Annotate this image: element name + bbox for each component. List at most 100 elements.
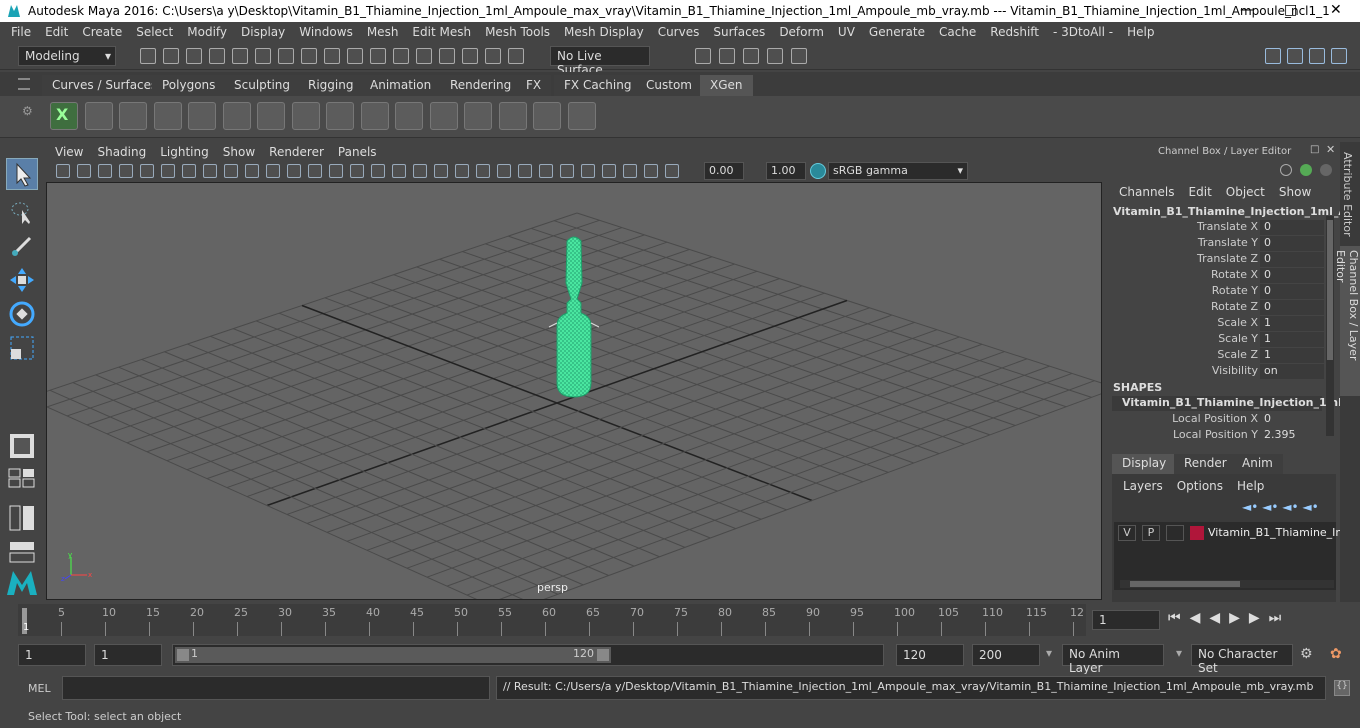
viewport-tool-10-icon[interactable]: [245, 164, 259, 178]
xgen-shelf-tool-11-icon[interactable]: [395, 102, 423, 130]
status-tool-16-icon[interactable]: [485, 48, 501, 64]
color-management-icon[interactable]: [810, 163, 826, 179]
viewport-tool-20-icon[interactable]: [455, 164, 469, 178]
select-tool[interactable]: [6, 158, 38, 190]
anim-layer-dropdown[interactable]: No Anim Layer: [1062, 644, 1164, 675]
maximize-icon[interactable]: □: [1284, 2, 1297, 18]
menu-cache[interactable]: Cache: [932, 25, 983, 39]
menu-windows[interactable]: Windows: [292, 25, 360, 39]
viewport-tool-30-icon[interactable]: [665, 164, 679, 178]
ampoule-wireframe-mesh[interactable]: [547, 233, 607, 403]
time-slider-track[interactable]: 5 10 15 20 25 30 35 40 45 50 55 60 65 70 75 80 85 90 95 100…: [18, 604, 1086, 636]
viewport-menu-renderer[interactable]: Renderer: [262, 145, 331, 159]
live-surface-field[interactable]: No Live Surface: [550, 46, 650, 77]
channel-menu-edit[interactable]: Edit: [1182, 185, 1219, 199]
viewport-tool-29-icon[interactable]: [644, 164, 658, 178]
channel-menu-object[interactable]: Object: [1219, 185, 1272, 199]
shape-value[interactable]: 2.395: [1260, 428, 1324, 443]
close-panel-icon[interactable]: ✕: [1326, 143, 1335, 156]
status-tool-11-icon[interactable]: [370, 48, 386, 64]
xgen-shelf-tool-16-icon[interactable]: [567, 102, 596, 130]
menu-help[interactable]: Help: [1120, 25, 1161, 39]
shelf-tab-custom[interactable]: Custom: [636, 75, 702, 96]
shelf-menu-icon[interactable]: [18, 78, 30, 90]
shape-value[interactable]: 0: [1260, 412, 1324, 427]
layer-tab-anim[interactable]: Anim: [1232, 454, 1283, 474]
layer-tab-display[interactable]: Display: [1112, 454, 1177, 474]
panel-layout-1-icon[interactable]: [1265, 48, 1281, 64]
shape-row-local-position-y[interactable]: Local Position Y 2.395: [1108, 428, 1340, 444]
layer-menu-help[interactable]: Help: [1230, 479, 1271, 493]
close-icon[interactable]: ✕: [1330, 2, 1342, 18]
channel-row-visibility[interactable]: Visibility on: [1108, 364, 1340, 380]
viewport-tool-19-icon[interactable]: [434, 164, 448, 178]
gamma-field[interactable]: 1.00: [766, 162, 806, 180]
viewport-tool-7-icon[interactable]: [182, 164, 196, 178]
command-input[interactable]: [62, 676, 490, 700]
shelf-tab-fx[interactable]: FX: [516, 75, 552, 96]
outliner-layout-icon[interactable]: [8, 540, 36, 564]
layer-menu-layers[interactable]: Layers: [1116, 479, 1170, 493]
menu-modify[interactable]: Modify: [180, 25, 234, 39]
viewport-menu-view[interactable]: View: [48, 145, 90, 159]
status-tool-5-icon[interactable]: [232, 48, 248, 64]
viewport-tool-1-icon[interactable]: [56, 164, 70, 178]
playback-start-field[interactable]: 1: [94, 644, 162, 666]
viewport-tool-3-icon[interactable]: [98, 164, 112, 178]
xgen-shelf-tool-7-icon[interactable]: [257, 102, 285, 130]
menu-file[interactable]: File: [4, 25, 38, 39]
status-tool-7-icon[interactable]: [278, 48, 294, 64]
viewport-tool-14-icon[interactable]: [329, 164, 343, 178]
viewport-tool-12-icon[interactable]: [287, 164, 301, 178]
exposure-field[interactable]: 0.00: [704, 162, 744, 180]
viewport-tool-16-icon[interactable]: [371, 164, 385, 178]
menu-mesh-display[interactable]: Mesh Display: [557, 25, 651, 39]
shelf-tab-rigging[interactable]: Rigging: [298, 75, 364, 96]
viewport-tool-6-icon[interactable]: [161, 164, 175, 178]
channel-value[interactable]: 0: [1260, 252, 1324, 267]
xgen-shelf-tool-15-icon[interactable]: [533, 102, 561, 130]
lasso-tool-icon[interactable]: [8, 198, 36, 226]
menu-generate[interactable]: Generate: [862, 25, 932, 39]
single-view-layout-icon[interactable]: [8, 432, 36, 460]
layer-tab-render[interactable]: Render: [1174, 454, 1237, 474]
xgen-shelf-tool-10-icon[interactable]: [360, 102, 389, 130]
current-frame-field[interactable]: 1: [1092, 610, 1160, 630]
shape-row-local-position-x[interactable]: Local Position X0: [1108, 412, 1340, 428]
channel-value[interactable]: 1: [1260, 316, 1324, 331]
viewport-menu-show[interactable]: Show: [216, 145, 262, 159]
channel-row-rotate-z[interactable]: Rotate Z0: [1108, 300, 1340, 316]
key-settings-icon[interactable]: ⚙: [1300, 646, 1313, 662]
render-tool-5-icon[interactable]: [791, 48, 807, 64]
viewport-tool-5-icon[interactable]: [140, 164, 154, 178]
viewport-tool-23-icon[interactable]: [518, 164, 532, 178]
channel-row-rotate-y[interactable]: Rotate Y0: [1108, 284, 1340, 300]
render-tool-4-icon[interactable]: [767, 48, 783, 64]
viewport-tool-21-icon[interactable]: [476, 164, 490, 178]
axis-icon[interactable]: [1280, 164, 1292, 176]
viewport-tool-28-icon[interactable]: [623, 164, 637, 178]
menu-mesh[interactable]: Mesh: [360, 25, 406, 39]
render-tool-1-icon[interactable]: [695, 48, 711, 64]
channel-lock-icon[interactable]: [1320, 164, 1332, 176]
menu-mesh-tools[interactable]: Mesh Tools: [478, 25, 557, 39]
status-tool-8-icon[interactable]: [301, 48, 317, 64]
layer-playback-toggle[interactable]: P: [1142, 525, 1160, 541]
layer-visibility-toggle[interactable]: V: [1118, 525, 1136, 541]
status-tool-6-icon[interactable]: [255, 48, 271, 64]
range-bar[interactable]: 1 120: [172, 644, 884, 666]
chevron-down-icon[interactable]: ▾: [1176, 646, 1182, 660]
viewport-menu-panels[interactable]: Panels: [331, 145, 384, 159]
viewport-tool-15-icon[interactable]: [350, 164, 364, 178]
channel-row-scale-x[interactable]: Scale X1: [1108, 316, 1340, 332]
shelf-tab-polygons[interactable]: Polygons: [152, 75, 226, 96]
viewport-tool-11-icon[interactable]: [266, 164, 280, 178]
viewport-tool-26-icon[interactable]: [581, 164, 595, 178]
viewport-menu-shading[interactable]: Shading: [90, 145, 153, 159]
xgen-shelf-tool-3-icon[interactable]: [119, 102, 147, 130]
menu-surfaces[interactable]: Surfaces: [706, 25, 772, 39]
menu-3dtoall[interactable]: - 3DtoAll -: [1046, 25, 1120, 39]
layer-create-icons[interactable]: ◄• ◄• ◄• ◄•: [1242, 500, 1332, 514]
channel-row-scale-y[interactable]: Scale Y1: [1108, 332, 1340, 348]
shelf-tab-xgen[interactable]: XGen: [700, 75, 753, 96]
